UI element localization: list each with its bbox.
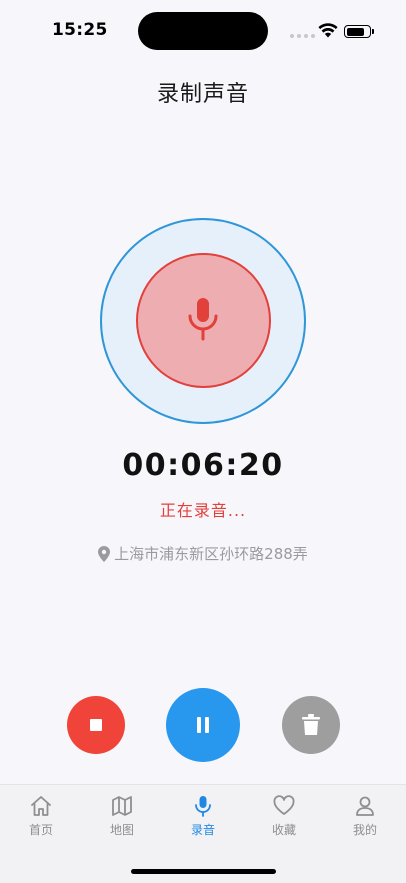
stop-button[interactable] (67, 696, 125, 754)
microphone-icon (195, 796, 211, 817)
delete-button[interactable] (282, 696, 340, 754)
status-bar: 15:25 (0, 0, 406, 60)
home-indicator (131, 869, 276, 874)
heart-icon (273, 795, 295, 815)
recording-status: 正在录音... (159, 501, 247, 520)
location-row: 上海市浦东新区孙环路288弄 (0, 543, 406, 564)
map-pin-icon (98, 545, 111, 562)
location-text: 上海市浦东新区孙环路288弄 (114, 545, 308, 563)
tab-map-label: 地图 (109, 823, 134, 837)
tab-record[interactable]: 录音 (173, 795, 233, 838)
tab-profile[interactable]: 我的 (335, 795, 395, 838)
tab-home-label: 首页 (28, 823, 53, 837)
pause-button[interactable] (166, 688, 240, 762)
user-icon (356, 796, 374, 816)
page-title: 录制声音 (156, 82, 249, 107)
tab-record-label: 录音 (190, 823, 215, 837)
tab-favorites-label: 收藏 (271, 823, 296, 837)
microphone-icon (188, 298, 218, 341)
dynamic-island (138, 12, 268, 50)
tab-map[interactable]: 地图 (92, 795, 152, 838)
home-icon (31, 796, 51, 816)
battery-level (346, 27, 365, 36)
recording-timer: 00:06:20 (122, 448, 284, 483)
wifi-icon (318, 23, 338, 38)
trash-icon (302, 714, 320, 735)
map-icon (112, 796, 132, 816)
tab-profile-label: 我的 (352, 823, 377, 837)
cellular-signal-icon (290, 34, 315, 38)
stop-icon (90, 719, 102, 731)
battery-icon (344, 25, 374, 38)
tab-favorites[interactable]: 收藏 (254, 795, 314, 838)
tab-home[interactable]: 首页 (11, 795, 71, 838)
recording-screen: 15:25 录制声音 00:06:20 正在录音... 上海市浦东新区孙环路28… (0, 0, 406, 883)
pause-icon (197, 717, 209, 733)
status-time: 15:25 (52, 20, 108, 40)
